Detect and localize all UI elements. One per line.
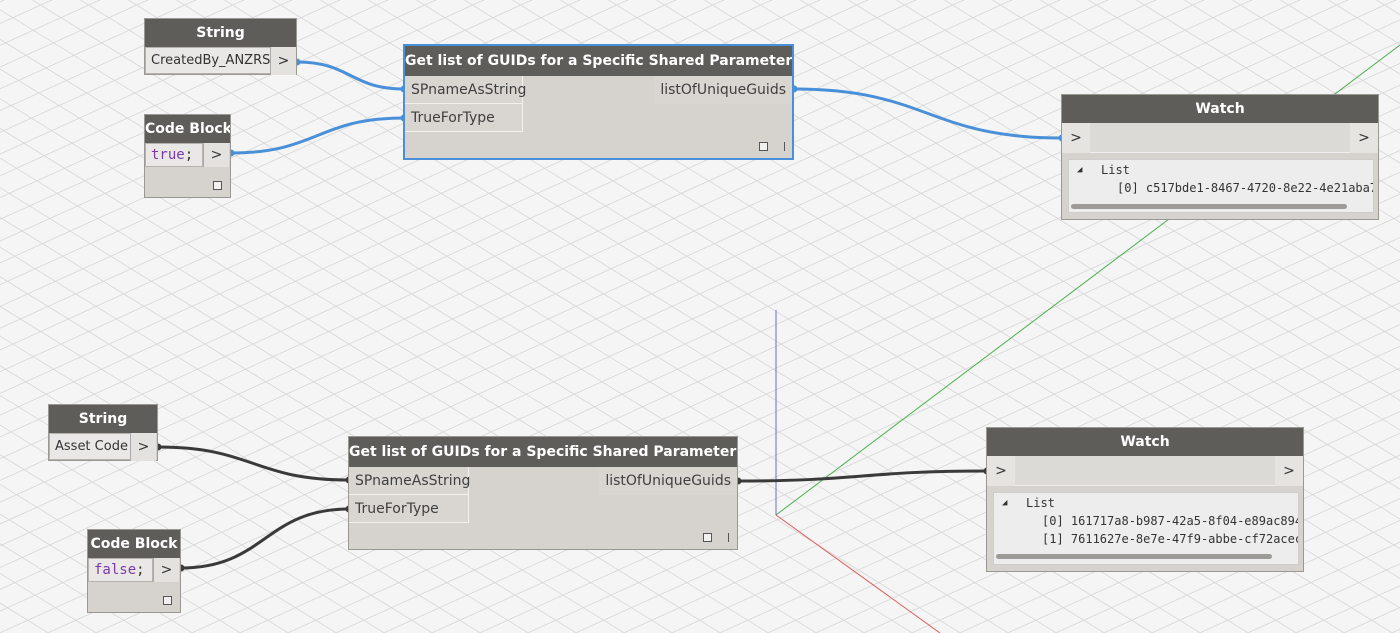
watch-output-panel[interactable]: ◢ List [0] 161717a8-b987-42a5-8f04-e89ac… — [993, 492, 1299, 565]
string-input-field[interactable]: Asset Code — [49, 433, 131, 460]
code-suffix: ; — [184, 147, 194, 163]
preview-toggle-icon[interactable] — [759, 142, 768, 151]
node-title: Get list of GUIDs for a Specific Shared … — [349, 437, 737, 467]
input-port-truefortype[interactable]: TrueForType — [405, 104, 523, 132]
watch-output-panel[interactable]: ◢ List [0] c517bde1-8467-4720-8e22-4e21a… — [1068, 159, 1374, 213]
code-keyword: true — [151, 147, 185, 163]
horizontal-scrollbar[interactable] — [996, 554, 1272, 559]
watch-port-row: > > — [987, 456, 1303, 486]
node-title: Code Block — [145, 115, 230, 143]
list-root-label: List — [1026, 496, 1055, 510]
preview-toggle-icon[interactable] — [213, 181, 222, 190]
node-title: String — [49, 405, 157, 433]
input-port[interactable]: > — [1062, 123, 1090, 153]
resize-handle-icon[interactable] — [728, 533, 729, 542]
code-block-editor[interactable]: false; — [88, 558, 153, 582]
list-tree-toggle-icon[interactable]: ◢ — [1002, 494, 1007, 512]
grid-line — [0, 0, 5, 3]
output-port[interactable]: > — [203, 143, 229, 167]
output-port-listofuniqueguids[interactable]: listOfUniqueGuids — [654, 76, 792, 104]
string-node-top[interactable]: String CreatedBy_ANZRS > — [144, 18, 297, 75]
list-tree-toggle-icon[interactable]: ◢ — [1077, 161, 1082, 179]
node-title: Watch — [1062, 95, 1378, 123]
output-port[interactable]: > — [270, 47, 296, 75]
output-port[interactable]: > — [1275, 456, 1303, 486]
code-block-editor[interactable]: true; — [145, 143, 203, 167]
input-port[interactable]: > — [987, 456, 1015, 486]
preview-toggle-icon[interactable] — [163, 596, 172, 605]
list-item: [1] 7611627e-8e7e-47f9-abbe-cf72acec — [1042, 532, 1299, 546]
output-port[interactable]: > — [1350, 123, 1378, 153]
output-port[interactable]: > — [153, 558, 179, 582]
code-suffix: ; — [136, 562, 145, 578]
list-item: [0] c517bde1-8467-4720-8e22-4e21aba7 — [1117, 181, 1374, 195]
horizontal-scrollbar[interactable] — [1071, 204, 1347, 209]
x-axis-line — [775, 514, 941, 633]
input-port-spname[interactable]: SPnameAsString — [349, 467, 470, 495]
node-title: Watch — [987, 428, 1303, 456]
node-title: Get list of GUIDs for a Specific Shared … — [405, 46, 792, 76]
string-input-field[interactable]: CreatedBy_ANZRS — [145, 47, 271, 74]
function-node-bottom[interactable]: Get list of GUIDs for a Specific Shared … — [348, 436, 738, 550]
grid-line — [1392, 0, 1400, 633]
list-root-label: List — [1101, 163, 1130, 177]
resize-handle-icon[interactable] — [784, 142, 785, 151]
node-title: String — [145, 19, 296, 47]
list-item: [0] 161717a8-b987-42a5-8f04-e89ac894 — [1042, 514, 1299, 528]
code-block-node-top[interactable]: Code Block true; > — [144, 114, 231, 198]
preview-toggle-icon[interactable] — [703, 533, 712, 542]
input-port-spname[interactable]: SPnameAsString — [405, 76, 526, 104]
grid-line — [0, 632, 2, 633]
node-title: Code Block — [88, 530, 180, 558]
code-block-node-bottom[interactable]: Code Block false; > — [87, 529, 181, 613]
grid-line — [0, 602, 50, 633]
output-port[interactable]: > — [130, 433, 156, 461]
function-node-top[interactable]: Get list of GUIDs for a Specific Shared … — [403, 44, 794, 160]
watch-node-bottom[interactable]: Watch > > ◢ List [0] 161717a8-b987-42a5-… — [986, 427, 1304, 572]
watch-node-top[interactable]: Watch > > ◢ List [0] c517bde1-8467-4720-… — [1061, 94, 1379, 220]
watch-port-row: > > — [1062, 123, 1378, 153]
input-port-truefortype[interactable]: TrueForType — [349, 495, 469, 523]
code-keyword: false — [94, 562, 137, 578]
output-port-listofuniqueguids[interactable]: listOfUniqueGuids — [599, 467, 737, 495]
string-node-bottom[interactable]: String Asset Code > — [48, 404, 158, 461]
